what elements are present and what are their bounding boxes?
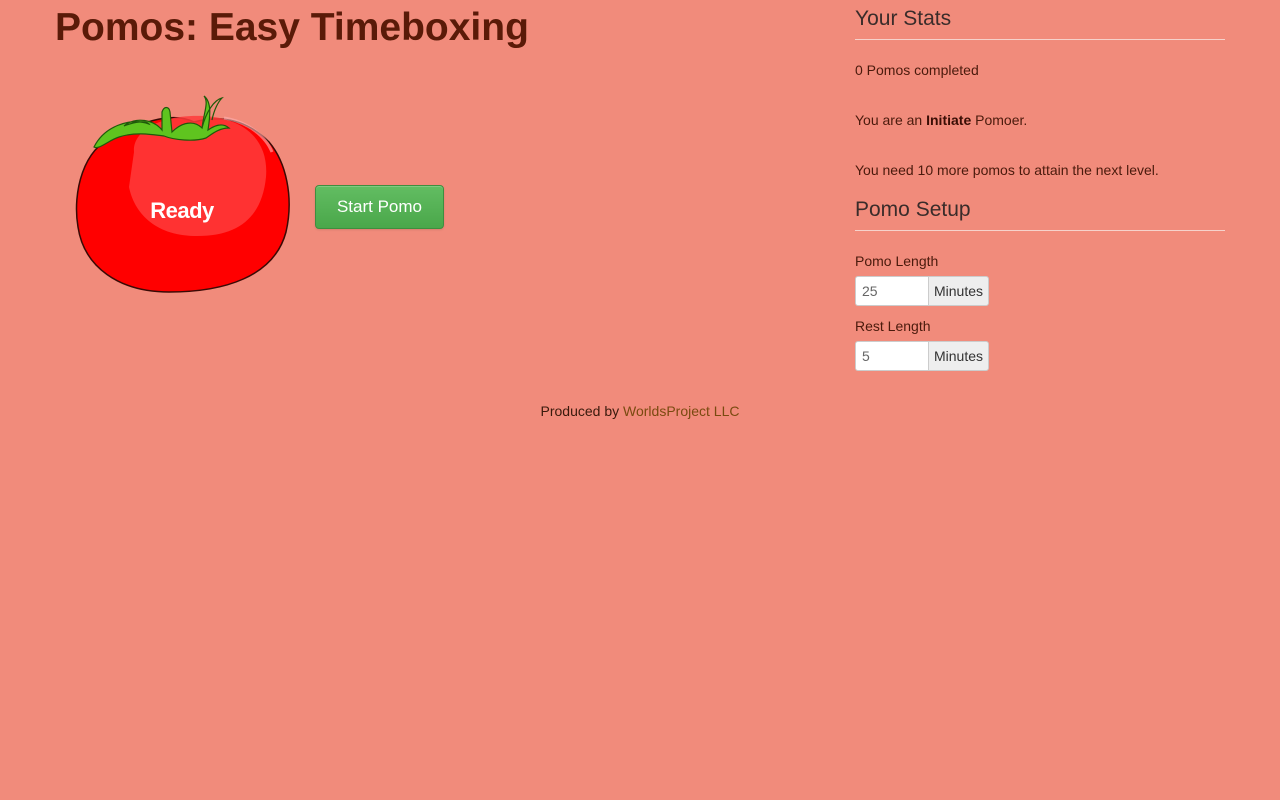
- tomato-timer[interactable]: Ready: [74, 92, 290, 296]
- worldsproject-link[interactable]: WorldsProject LLC: [623, 403, 739, 419]
- pomo-length-label: Pomo Length: [855, 253, 939, 269]
- start-pomo-button[interactable]: Start Pomo: [315, 185, 444, 229]
- timer-status: Ready: [150, 198, 214, 223]
- rest-length-label: Rest Length: [855, 318, 931, 334]
- level-suffix: Pomoer.: [971, 112, 1028, 128]
- pomos-completed: 0 Pomos completed: [855, 62, 979, 78]
- level-prefix: You are an: [855, 112, 927, 128]
- stats-title: Your Stats: [855, 7, 1225, 40]
- level-name: Initiate: [926, 112, 972, 128]
- page: Pomos: Easy Timeboxing Ready Start Pomo …: [0, 0, 1280, 800]
- rest-length-input[interactable]: [855, 341, 928, 371]
- rest-length-unit: Minutes: [928, 341, 990, 371]
- setup-title: Pomo Setup: [855, 198, 1225, 231]
- pomo-length-group: Minutes: [855, 276, 990, 306]
- rest-length-group: Minutes: [855, 341, 990, 371]
- pomo-length-input[interactable]: [855, 276, 928, 306]
- next-level-text: You need 10 more pomos to attain the nex…: [855, 162, 1159, 178]
- level-text: You are an Initiate Pomoer.: [855, 112, 1027, 128]
- pomo-length-unit: Minutes: [928, 276, 990, 306]
- tomato-icon: [75, 95, 290, 293]
- footer-prefix: Produced by: [540, 403, 624, 419]
- footer: Produced by WorldsProject LLC: [0, 403, 1280, 419]
- page-title: Pomos: Easy Timeboxing: [55, 6, 529, 49]
